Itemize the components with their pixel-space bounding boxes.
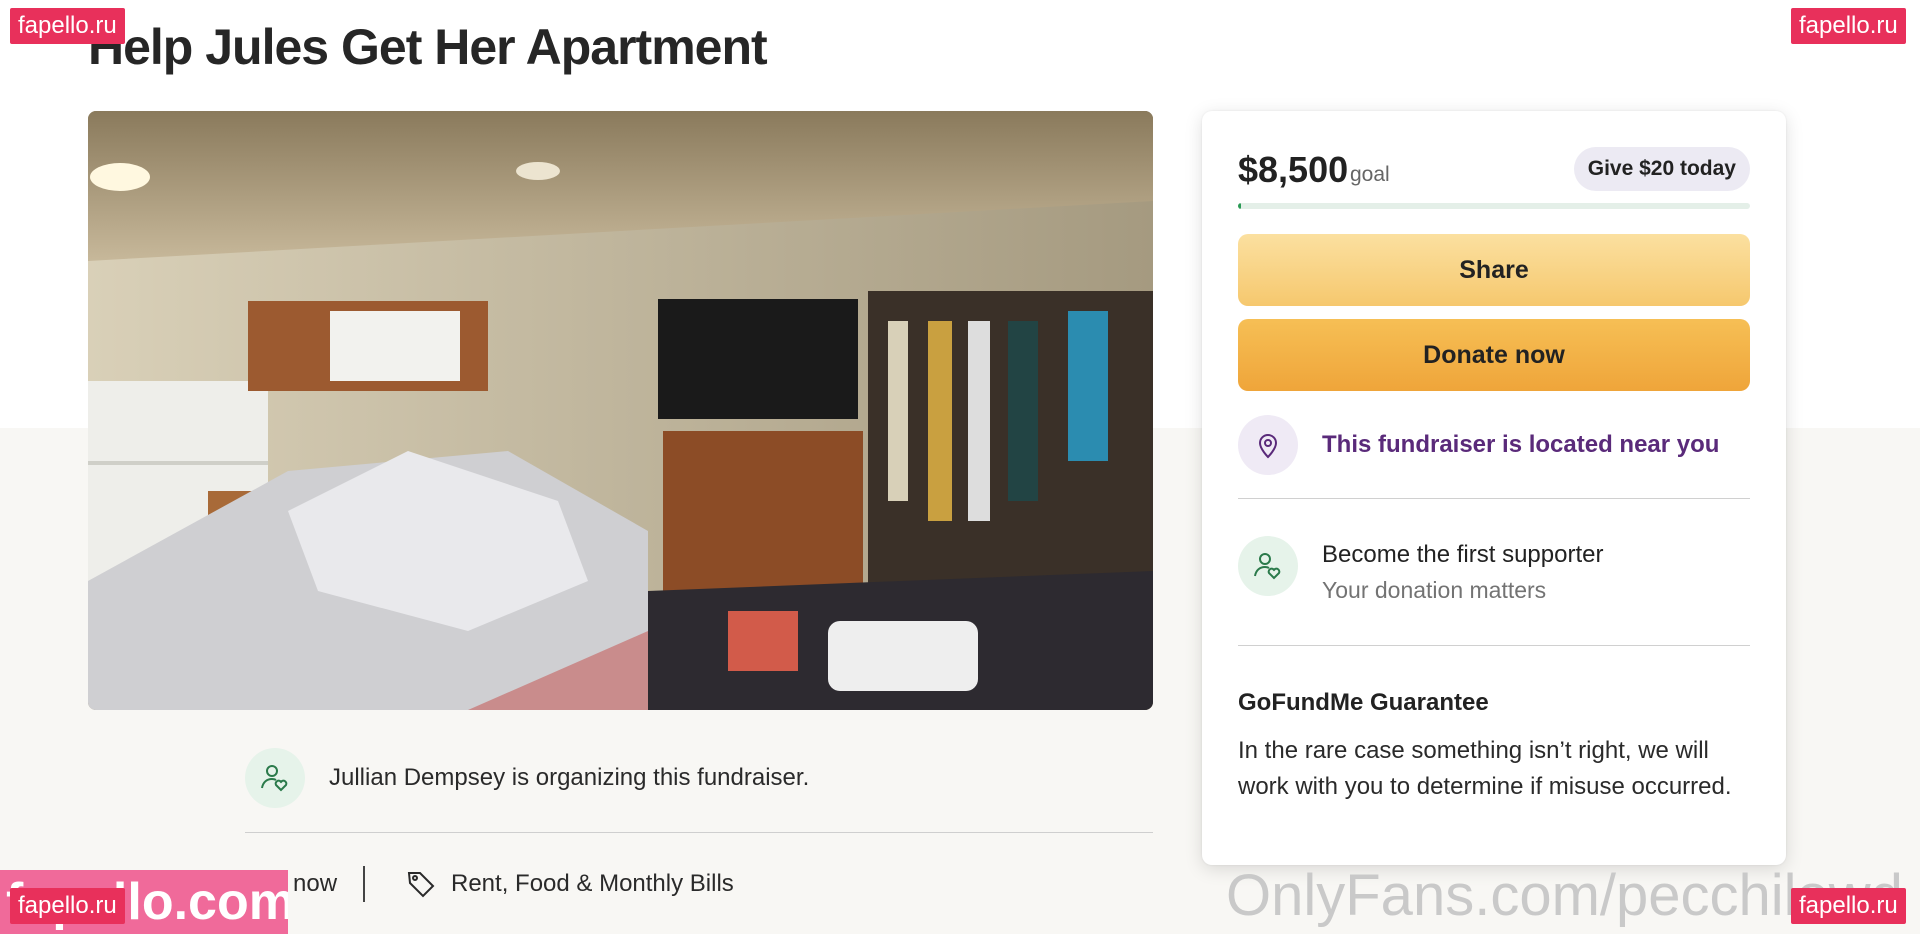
person-heart-icon bbox=[245, 748, 305, 808]
share-button[interactable]: Share bbox=[1238, 234, 1750, 306]
tag-icon bbox=[405, 868, 437, 907]
location-pin-icon bbox=[1238, 415, 1298, 475]
created-time: now bbox=[293, 870, 338, 897]
give-suggested-amount-button[interactable]: Give $20 today bbox=[1573, 147, 1750, 191]
donation-card: $8,500 goal Give $20 today Share Donate … bbox=[1202, 111, 1786, 865]
supporter-icon bbox=[1238, 536, 1298, 596]
supporter-subtitle: Your donation matters bbox=[1322, 577, 1547, 603]
divider bbox=[245, 832, 1153, 833]
fundraiser-meta-row: now Rent, Food & Monthly Bills bbox=[245, 866, 1153, 906]
watermark-badge: fapello.ru bbox=[10, 888, 125, 924]
progress-bar-fill bbox=[1238, 203, 1241, 209]
organizer-text: Jullian Dempsey is organizing this fundr… bbox=[329, 764, 810, 791]
location-text[interactable]: This fundraiser is located near you bbox=[1322, 431, 1719, 459]
fundraiser-hero-image[interactable] bbox=[88, 111, 1153, 710]
watermark-badge: fapello.ru bbox=[1791, 888, 1906, 924]
card-divider bbox=[1238, 498, 1750, 499]
guarantee-title: GoFundMe Guarantee bbox=[1238, 689, 1489, 716]
organizer-row: Jullian Dempsey is organizing this fundr… bbox=[245, 748, 1153, 810]
category-link[interactable]: Rent, Food & Monthly Bills bbox=[451, 870, 734, 898]
donate-now-button[interactable]: Donate now bbox=[1238, 319, 1750, 391]
meta-separator bbox=[363, 866, 365, 902]
progress-bar bbox=[1238, 203, 1750, 209]
goal-label: goal bbox=[1350, 163, 1390, 186]
supporter-title: Become the first supporter bbox=[1322, 541, 1604, 568]
watermark-badge: fapello.ru bbox=[10, 8, 125, 44]
guarantee-body: In the rare case something isn’t right, … bbox=[1238, 737, 1732, 800]
card-divider bbox=[1238, 645, 1750, 646]
page-title: Help Jules Get Her Apartment bbox=[88, 19, 768, 75]
watermark-badge: fapello.ru bbox=[1791, 8, 1906, 44]
goal-amount: $8,500 bbox=[1238, 149, 1349, 190]
